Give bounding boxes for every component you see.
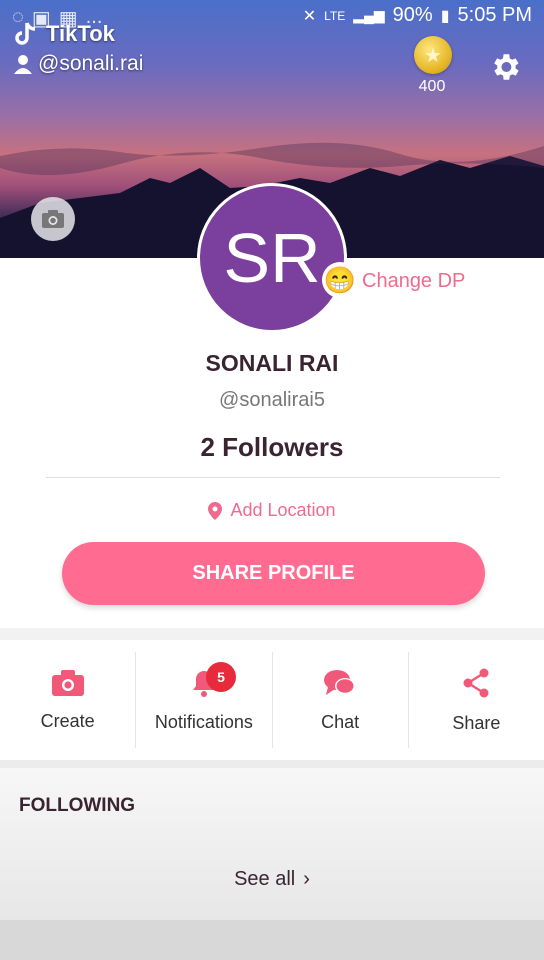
add-location-label: Add Location [230, 500, 336, 520]
chat-action[interactable]: Chat [273, 652, 409, 748]
action-row: Create Notifications Chat Share [0, 640, 544, 760]
share-action[interactable]: Share [409, 652, 544, 748]
avatar-initials: SR [223, 219, 321, 297]
add-location-link[interactable]: Add Location [0, 500, 544, 521]
chevron-right-icon: › [303, 868, 310, 890]
grinning-emoji-icon[interactable]: 😁 [322, 262, 358, 298]
location-pin-icon [208, 501, 223, 520]
notifications-action[interactable]: Notifications [136, 652, 273, 748]
notifications-label: Notifications [154, 711, 253, 732]
change-cover-button[interactable] [31, 197, 75, 241]
divider [46, 477, 500, 478]
share-profile-button[interactable]: SHARE PROFILE [62, 542, 485, 605]
battery-icon: ▮ [440, 7, 450, 25]
chat-bubbles-icon [324, 669, 356, 695]
battery-percent: 90% [392, 4, 433, 26]
clock: 5:05 PM [457, 4, 532, 26]
watermark-username: @sonali.rai [12, 52, 143, 76]
create-action[interactable]: Create [0, 652, 137, 748]
following-title: FOLLOWING [19, 795, 136, 816]
following-section [0, 768, 544, 920]
settings-gear-icon[interactable] [488, 50, 522, 84]
chat-label: Chat [321, 711, 360, 732]
share-label: Share [452, 712, 501, 733]
tiktok-logo-icon [15, 22, 36, 45]
watermark-username-text: @sonali.rai [38, 52, 144, 75]
share-icon [463, 668, 489, 697]
mute-icon: ✕ [302, 7, 317, 25]
profile-handle: @sonalirai5 [219, 389, 325, 411]
tiktok-wordmark: TikTok [46, 21, 115, 46]
create-label: Create [40, 710, 95, 731]
tiktok-watermark: TikTok [12, 20, 115, 48]
camera-icon [51, 669, 84, 696]
followers-count[interactable]: 2 Followers [0, 432, 544, 463]
network-label: LTE [324, 8, 346, 23]
coin-icon[interactable]: ★ [414, 36, 452, 74]
profile-name: SONALI RAI [205, 350, 339, 376]
system-status: ✕ LTE ▂▄▆ 90% ▮ 5:05 PM [303, 4, 532, 27]
section-separator [0, 760, 544, 768]
signal-icon: ▂▄▆ [353, 7, 385, 23]
section-separator [0, 628, 544, 640]
see-all-label: See all [234, 868, 296, 890]
coin-count: 400 [418, 78, 446, 95]
person-icon [14, 55, 32, 74]
profile-avatar[interactable]: SR [197, 183, 347, 333]
camera-icon [42, 210, 64, 228]
notification-badge: 5 [206, 662, 236, 692]
change-dp-link[interactable]: Change DP [362, 270, 465, 293]
see-all-link[interactable]: See all › [0, 868, 544, 891]
bottom-section [0, 920, 544, 960]
